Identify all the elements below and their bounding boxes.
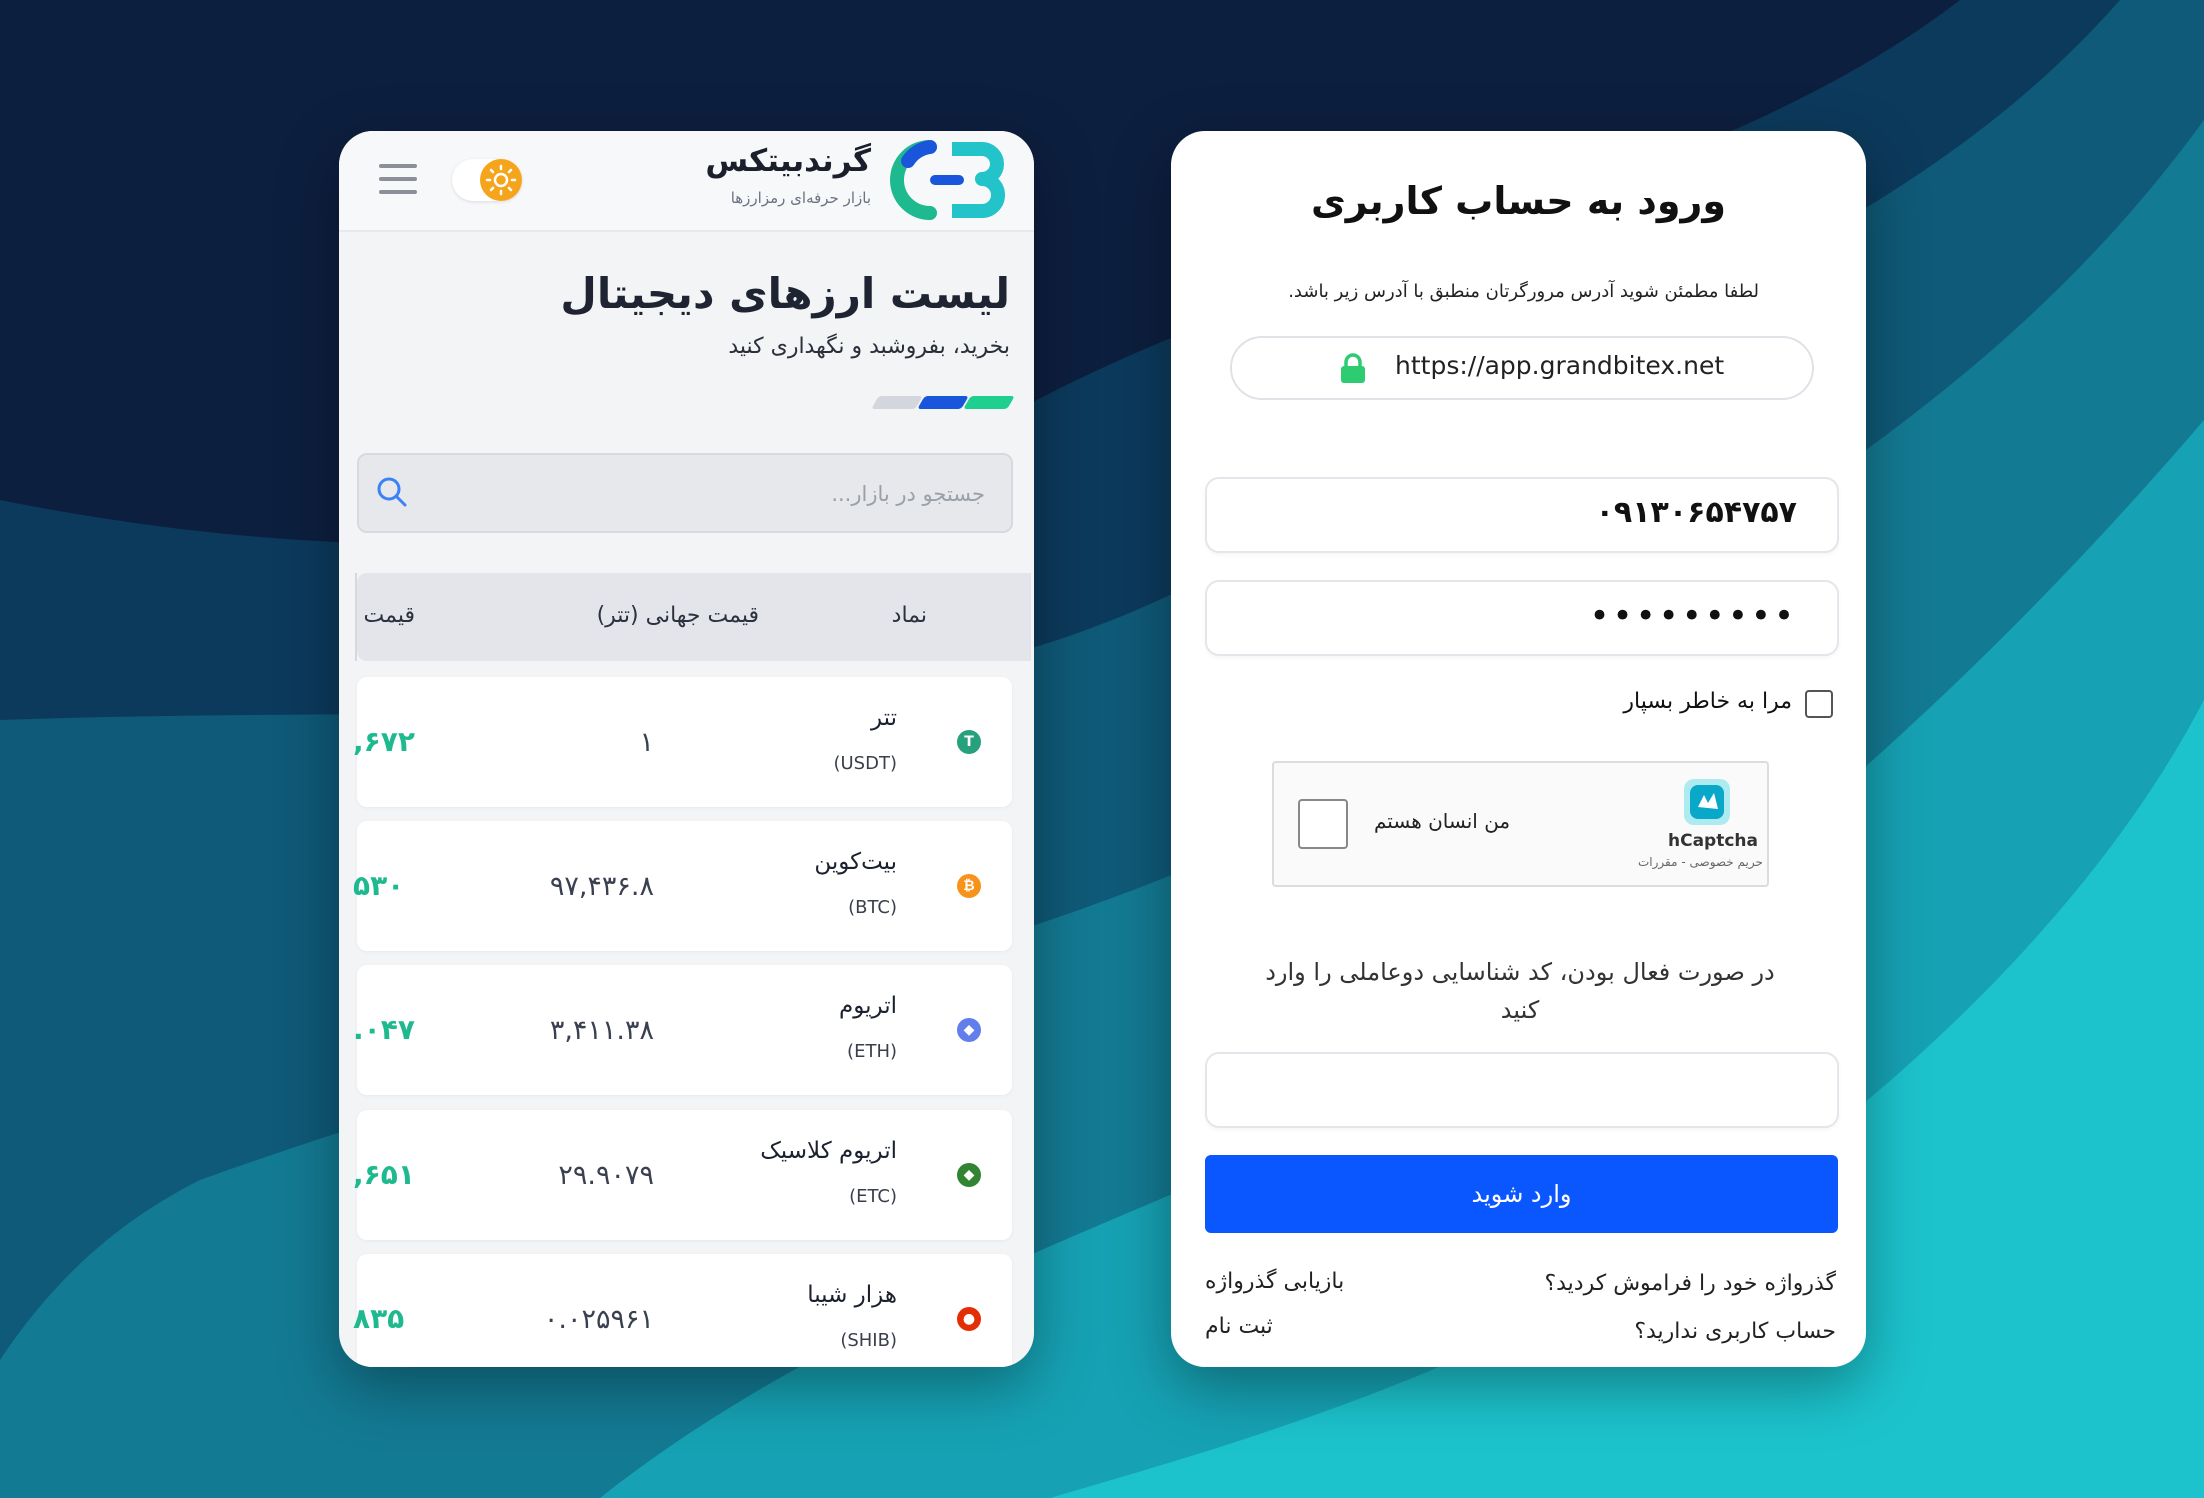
coin-name: تتر [870, 705, 897, 731]
url-text: https://app.grandbitex.net [1395, 351, 1725, 380]
coin-local-price: ۶۷۲, [353, 725, 415, 758]
coin-symbol: (ETH) [847, 1041, 897, 1062]
coin-name: اتریوم [838, 993, 897, 1019]
table-row[interactable]: ◆ اتریوم (ETH) ۳,۴۱۱.۳۸ ۰۴۷. [353, 965, 1012, 1095]
sun-icon [480, 159, 522, 201]
coin-symbol: (USDT) [833, 753, 897, 774]
table-row[interactable]: ₿ بیت‌کوین (BTC) ۹۷,۴۳۶.۸ ۵۳۰ [353, 821, 1012, 951]
search-icon[interactable] [375, 475, 409, 509]
hcaptcha-logo-icon [1684, 779, 1730, 825]
coin-name: اتریوم کلاسیک [760, 1138, 897, 1164]
coin-global-price: ۰.۰۲۵۹۶۱ [543, 1304, 654, 1335]
lock-icon [1341, 353, 1365, 383]
address-note: لطفا مطمئن شوید آدرس مرورگرتان منطبق با … [1288, 281, 1759, 302]
table-row[interactable]: ● هزار شیبا (SHIB) ۰.۰۲۵۹۶۱ ۸۳۵ [353, 1254, 1012, 1367]
password-field[interactable]: ••••••••• [1205, 580, 1839, 656]
coin-name: بیت‌کوین [814, 849, 897, 875]
login-submit-button[interactable]: وارد شوید [1205, 1155, 1838, 1233]
ethereum-classic-icon: ◆ [957, 1163, 981, 1187]
background-waves [0, 0, 2204, 1498]
decor-bar-gray [871, 396, 923, 409]
table-header: نماد قیمت جهانی (تتر) قیمت [355, 573, 1031, 661]
coin-name: هزار شیبا [807, 1282, 897, 1308]
password-value: ••••••••• [1589, 596, 1797, 636]
decor-bar-green [963, 396, 1015, 409]
brand-tagline: بازار حرفه‌ای رمزارزها [730, 189, 871, 207]
recover-password-link[interactable]: بازیابی گذرواژه [1205, 1269, 1344, 1294]
remember-checkbox[interactable] [1805, 690, 1833, 718]
page-title: لیست ارزهای دیجیتال [560, 269, 1010, 318]
grandbitex-logo-icon[interactable] [890, 139, 1006, 221]
login-screen: ورود به حساب کاربری لطفا مطمئن شوید آدرس… [1171, 131, 1866, 1367]
theme-toggle[interactable] [452, 159, 522, 201]
phone-field[interactable]: ۰۹۱۳۰۶۵۴۷۵۷ [1205, 477, 1839, 553]
app-header: گرندبیتکس بازار حرفه‌ای رمزارزها [339, 131, 1034, 232]
hcaptcha-brand: hCaptcha [1668, 831, 1758, 851]
bitcoin-icon: ₿ [957, 874, 981, 898]
login-title: ورود به حساب کاربری [1310, 179, 1727, 223]
table-row[interactable]: T تتر (USDT) ۱ ۶۷۲, [353, 677, 1012, 807]
hcaptcha-widget: من انسان هستم hCaptcha حریم خصوصی - مقرر… [1272, 761, 1769, 887]
brand-name: گرندبیتکس [705, 143, 871, 179]
coin-global-price: ۲۹.۹۰۷۹ [558, 1160, 654, 1191]
twofa-instructions: در صورت فعال بودن، کد شناسایی دوعاملی را… [1265, 958, 1775, 1024]
coin-global-price: ۹۷,۴۳۶.۸ [549, 871, 654, 902]
coin-global-price: ۳,۴۱۱.۳۸ [549, 1015, 654, 1046]
coin-local-price: ۶۵۱, [353, 1158, 415, 1191]
tether-icon: T [957, 730, 981, 754]
market-search [357, 453, 1013, 533]
ethereum-icon: ◆ [957, 1018, 981, 1042]
shiba-icon: ● [957, 1307, 981, 1331]
coin-symbol: (BTC) [848, 897, 897, 918]
header-global-price[interactable]: قیمت جهانی (تتر) [597, 603, 759, 628]
hcaptcha-terms[interactable]: حریم خصوصی - مقررات [1638, 855, 1763, 869]
search-input[interactable] [423, 471, 987, 517]
captcha-checkbox[interactable] [1298, 799, 1348, 849]
phone-value: ۰۹۱۳۰۶۵۴۷۵۷ [1595, 495, 1797, 530]
remember-label: مرا به خاطر بسپار [1623, 689, 1792, 714]
coin-symbol: (ETC) [849, 1186, 897, 1207]
header-local-price[interactable]: قیمت [364, 603, 415, 628]
market-list-screen: گرندبیتکس بازار حرفه‌ای رمزارزها لیست ار… [339, 131, 1034, 1367]
page-subtitle: بخرید، بفروشبد و نگهداری کنید [728, 334, 1010, 359]
captcha-label: من انسان هستم [1374, 809, 1511, 833]
decor-bar-blue [917, 396, 969, 409]
no-account-question: حساب کاربری ندارید؟ [1634, 1319, 1836, 1344]
twofa-field[interactable] [1205, 1052, 1839, 1128]
hamburger-menu-icon[interactable] [379, 164, 417, 196]
forgot-password-question: گذرواژه خود را فراموش کردید؟ [1544, 1271, 1836, 1296]
coin-symbol: (SHIB) [840, 1330, 897, 1351]
table-row[interactable]: ◆ اتریوم کلاسیک (ETC) ۲۹.۹۰۷۹ ۶۵۱, [353, 1110, 1012, 1240]
register-link[interactable]: ثبت نام [1205, 1314, 1273, 1339]
coin-local-price: ۸۳۵ [353, 1302, 405, 1335]
coin-global-price: ۱ [639, 727, 654, 758]
coin-local-price: ۵۳۰ [353, 869, 405, 902]
header-symbol[interactable]: نماد [892, 603, 927, 628]
coin-local-price: ۰۴۷. [353, 1013, 415, 1046]
url-display: https://app.grandbitex.net [1230, 336, 1814, 400]
